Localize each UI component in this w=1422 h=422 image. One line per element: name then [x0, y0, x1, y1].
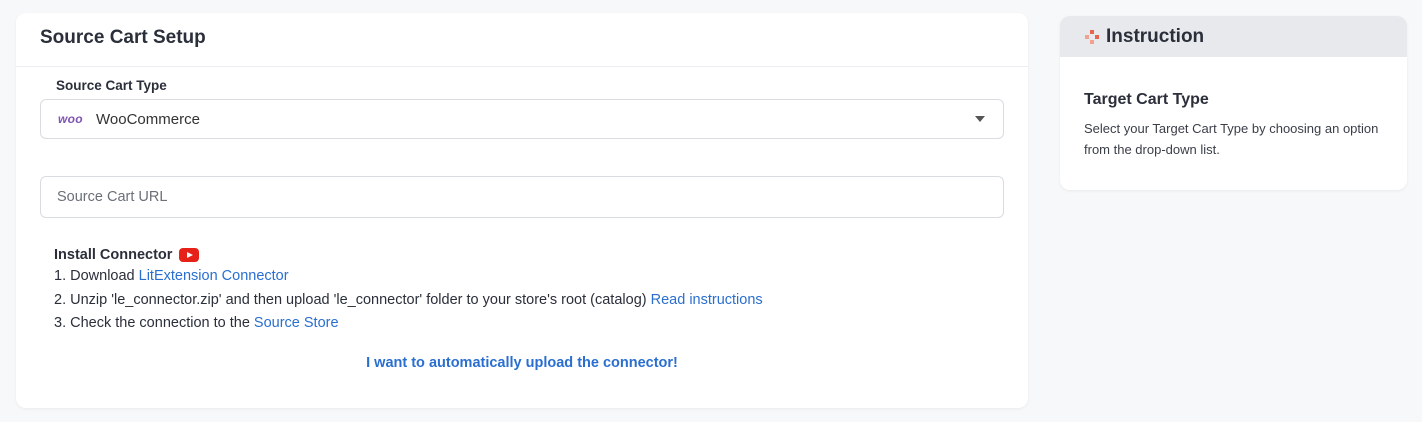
step-download: 1. Download LitExtension Connector [54, 265, 763, 289]
source-cart-type-label: Source Cart Type [56, 78, 167, 93]
step-check-connection: 3. Check the connection to the Source St… [54, 312, 763, 336]
instruction-card: Instruction Target Cart Type Select your… [1060, 16, 1407, 190]
read-instructions-link[interactable]: Read instructions [651, 292, 763, 308]
youtube-icon[interactable] [179, 248, 200, 262]
step-upload: 2. Unzip 'le_connector.zip' and then upl… [54, 289, 763, 313]
source-cart-url-input[interactable] [40, 176, 1004, 218]
step-text: 2. Unzip 'le_connector.zip' and then upl… [54, 291, 651, 308]
instruction-heading: Target Cart Type [1084, 91, 1209, 108]
page-title: Source Cart Setup [40, 27, 206, 48]
woocommerce-logo-icon: woo [58, 112, 83, 126]
step-text: 1. Download [54, 268, 139, 284]
source-cart-setup-card: Source Cart Setup Source Cart Type woo W… [16, 13, 1028, 408]
step-text: 3. Check the connection to the [54, 315, 254, 331]
auto-upload-connector-link[interactable]: I want to automatically upload the conne… [16, 355, 1028, 371]
instruction-body: Target Cart Type Select your Target Cart… [1060, 57, 1407, 160]
instruction-header: Instruction [1060, 16, 1407, 57]
puzzle-dots-icon [1085, 29, 1099, 44]
card-header: Source Cart Setup [16, 13, 1028, 67]
caret-down-icon [975, 116, 985, 122]
litextension-connector-link[interactable]: LitExtension Connector [139, 268, 289, 284]
source-store-link[interactable]: Source Store [254, 315, 339, 331]
install-connector-label: Install Connector [54, 247, 173, 263]
install-connector-title: Install Connector [54, 245, 763, 265]
install-connector-section: Install Connector 1. Download LitExtensi… [54, 245, 763, 336]
select-value: WooCommerce [96, 110, 200, 128]
source-cart-type-select[interactable]: woo WooCommerce [40, 99, 1004, 139]
instruction-text: Select your Target Cart Type by choosing… [1084, 121, 1379, 157]
instruction-title: Instruction [1106, 25, 1205, 47]
